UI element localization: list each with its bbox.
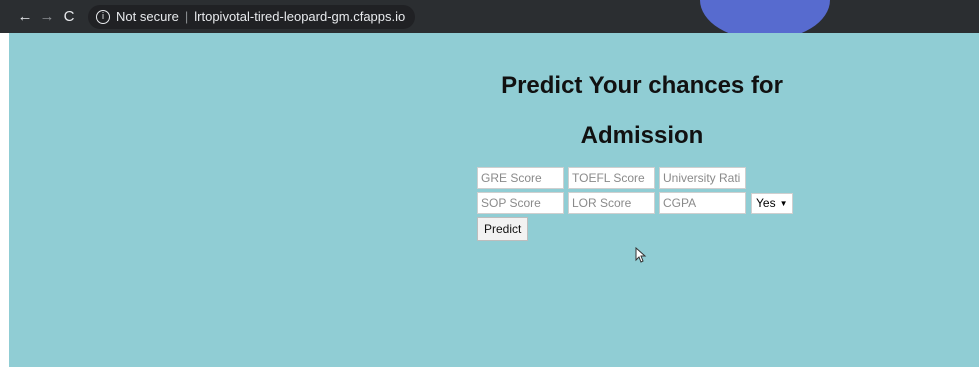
form-row-1: [477, 167, 793, 189]
page-viewport: Predict Your chances for Admission Yes ▼: [9, 33, 979, 367]
title-line-2: Admission: [580, 122, 704, 149]
browser-toolbar: ← → C i Not secure | lrtopivotal-tired-l…: [0, 0, 979, 33]
gre-score-input[interactable]: [477, 167, 564, 189]
arrow-right-icon[interactable]: →: [36, 8, 58, 25]
address-bar[interactable]: i Not secure | lrtopivotal-tired-leopard…: [88, 4, 416, 29]
research-select[interactable]: Yes ▼: [751, 192, 793, 214]
caret-down-icon: ▼: [779, 198, 788, 208]
university-rating-input[interactable]: [659, 167, 746, 189]
research-select-value: Yes: [756, 196, 776, 210]
form-row-3: Predict: [477, 217, 793, 241]
sop-score-input[interactable]: [477, 192, 564, 214]
reload-icon[interactable]: C: [58, 8, 80, 25]
lor-score-input[interactable]: [568, 192, 655, 214]
nav-buttons: ← → C: [0, 8, 80, 25]
browser-window: ← → C i Not secure | lrtopivotal-tired-l…: [0, 0, 979, 367]
url-text[interactable]: lrtopivotal-tired-leopard-gm.cfapps.io: [194, 9, 405, 24]
title-line-1: Predict Your chances for: [501, 72, 783, 99]
toefl-score-input[interactable]: [568, 167, 655, 189]
form-row-2: Yes ▼: [477, 192, 793, 214]
security-status: Not secure: [116, 9, 179, 24]
prediction-form: Yes ▼ Predict: [477, 167, 793, 244]
mouse-cursor-icon: [635, 247, 647, 263]
info-icon[interactable]: i: [96, 9, 110, 24]
predict-button[interactable]: Predict: [477, 217, 529, 241]
address-separator: |: [184, 9, 189, 24]
cgpa-input[interactable]: [659, 192, 746, 214]
arrow-left-icon[interactable]: ←: [14, 8, 36, 25]
page-title: Predict Your chances for Admission: [477, 61, 807, 161]
